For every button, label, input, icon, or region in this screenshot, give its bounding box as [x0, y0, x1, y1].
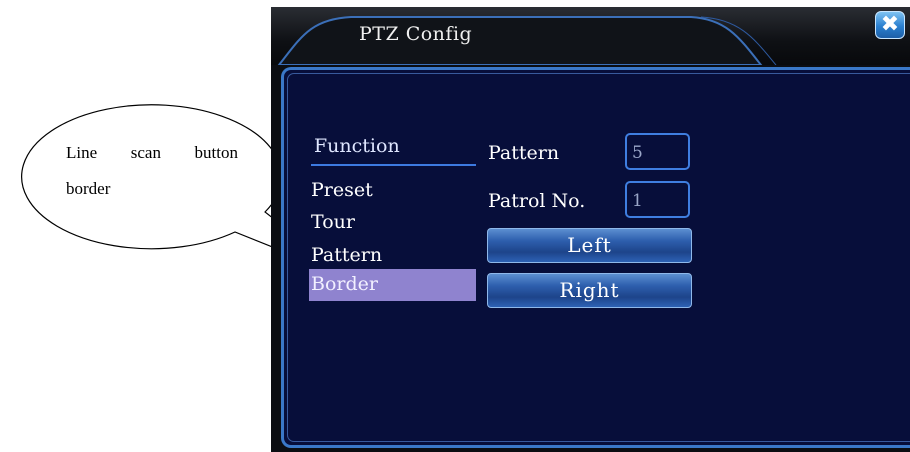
title-bar: PTZ Config ✖	[271, 7, 910, 65]
patrol-no-input[interactable]: 1	[625, 181, 690, 218]
menu-heading-function: Function	[314, 135, 400, 157]
right-button[interactable]: Right	[487, 273, 692, 308]
callout-line-2: border	[66, 179, 111, 198]
menu-item-border[interactable]: Border	[311, 273, 378, 295]
close-icon: ✖	[880, 12, 900, 37]
left-button[interactable]: Left	[487, 228, 692, 263]
callout-line-1: Line scan button	[66, 143, 238, 162]
menu-item-preset[interactable]: Preset	[311, 179, 373, 201]
patrol-no-label: Patrol No.	[488, 190, 586, 212]
menu-item-tour[interactable]: Tour	[311, 211, 355, 233]
pattern-label: Pattern	[488, 142, 560, 164]
callout-text: Line scan button border	[66, 135, 238, 207]
close-button[interactable]: ✖	[875, 11, 905, 39]
menu-heading-underline	[311, 164, 476, 166]
window-title: PTZ Config	[359, 23, 473, 45]
menu-item-pattern[interactable]: Pattern	[311, 244, 382, 266]
ptz-config-window: PTZ Config ✖ Function Preset Tour Patter…	[271, 7, 910, 452]
pattern-input[interactable]: 5	[625, 133, 690, 170]
